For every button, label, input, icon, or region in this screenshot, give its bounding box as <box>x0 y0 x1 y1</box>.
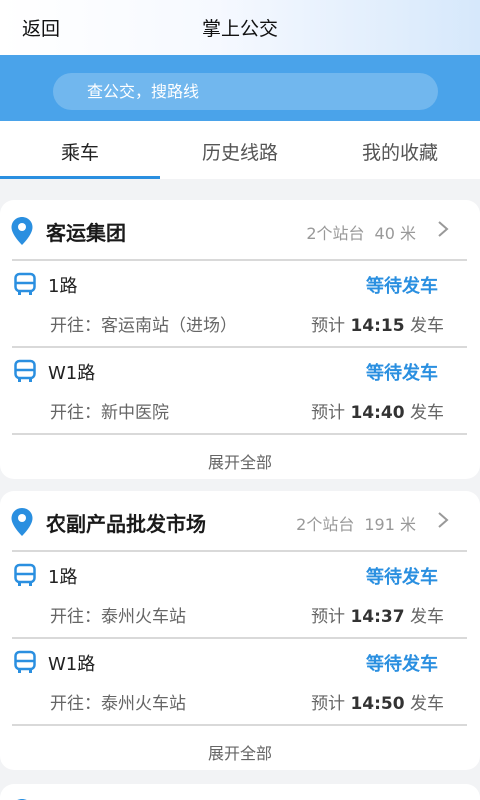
route-name: W1路 <box>48 654 96 675</box>
app-header: 返回 掌上公交 <box>0 0 480 55</box>
route-row[interactable]: W1路 等待发车 开往：泰州火车站 预计 14:50 发车 <box>0 642 480 728</box>
bus-icon <box>14 650 36 673</box>
bus-icon <box>14 359 36 382</box>
station-header[interactable]: 农副产品批发市场 2个站台 191 米 <box>0 491 480 549</box>
eta-prefix: 预计 <box>311 403 346 423</box>
tab-ride[interactable]: 乘车 <box>0 138 160 165</box>
route-status: 等待发车 <box>366 654 438 675</box>
route-destination: 开往：新中医院 <box>50 398 169 423</box>
eta-time: 14:50 <box>350 694 405 714</box>
eta-time: 14:15 <box>350 316 405 336</box>
dest-name: 泰州火车站 <box>101 607 186 627</box>
search-input[interactable] <box>53 73 438 110</box>
station-header[interactable]: 客运集团 2个站台 40 米 <box>0 200 480 258</box>
bus-icon <box>14 272 36 295</box>
eta-time: 14:37 <box>350 607 405 627</box>
route-name: 1路 <box>48 276 78 297</box>
station-card: 客运集团 2个站台 40 米 1路 等待发车 开往：客运南站（进场） 预计 14:… <box>0 200 480 479</box>
dest-prefix: 开往： <box>50 694 101 714</box>
station-name: 客运集团 <box>46 221 126 245</box>
eta-suffix: 发车 <box>410 403 444 423</box>
expand-all-button[interactable]: 展开全部 <box>0 449 480 473</box>
dest-name: 客运南站（进场） <box>101 316 237 336</box>
tab-my-favorites[interactable]: 我的收藏 <box>320 138 480 165</box>
route-row[interactable]: 1路 等待发车 开往：客运南站（进场） 预计 14:15 发车 <box>0 264 480 350</box>
route-destination: 开往：泰州火车站 <box>50 602 186 627</box>
dest-prefix: 开往： <box>50 403 101 423</box>
station-meta: 2个站台 191 米 <box>296 511 416 535</box>
divider <box>12 259 467 261</box>
eta-suffix: 发车 <box>410 316 444 336</box>
eta-prefix: 预计 <box>311 316 346 336</box>
route-eta: 预计 14:15 发车 <box>311 311 444 336</box>
dest-prefix: 开往： <box>50 316 101 336</box>
chevron-right-icon <box>438 512 449 528</box>
station-distance: 40 米 <box>374 224 416 243</box>
dest-name: 泰州火车站 <box>101 694 186 714</box>
expand-all-button[interactable]: 展开全部 <box>0 740 480 764</box>
location-pin-icon <box>11 508 33 536</box>
dest-name: 新中医院 <box>101 403 169 423</box>
station-card: 农副产品批发市场 2个站台 191 米 1路 等待发车 开往：泰州火车站 预计 1… <box>0 491 480 770</box>
eta-time: 14:40 <box>350 403 405 423</box>
tab-bar: 乘车 历史线路 我的收藏 <box>0 121 480 179</box>
divider <box>12 550 467 552</box>
station-meta: 2个站台 40 米 <box>306 220 416 244</box>
station-name: 农副产品批发市场 <box>46 512 206 536</box>
route-eta: 预计 14:37 发车 <box>311 602 444 627</box>
page-title: 掌上公交 <box>201 18 278 40</box>
eta-prefix: 预计 <box>311 607 346 627</box>
route-destination: 开往：泰州火车站 <box>50 689 186 714</box>
station-card <box>0 784 480 800</box>
divider <box>12 346 467 348</box>
route-status: 等待发车 <box>366 567 438 588</box>
route-destination: 开往：客运南站（进场） <box>50 311 237 336</box>
station-distance: 191 米 <box>364 515 416 534</box>
eta-prefix: 预计 <box>311 694 346 714</box>
eta-suffix: 发车 <box>410 694 444 714</box>
eta-suffix: 发车 <box>410 607 444 627</box>
route-status: 等待发车 <box>366 363 438 384</box>
bus-icon <box>14 563 36 586</box>
route-eta: 预计 14:40 发车 <box>311 398 444 423</box>
dest-prefix: 开往： <box>50 607 101 627</box>
route-row[interactable]: W1路 等待发车 开往：新中医院 预计 14:40 发车 <box>0 351 480 437</box>
route-eta: 预计 14:50 发车 <box>311 689 444 714</box>
tab-history-routes[interactable]: 历史线路 <box>160 138 320 165</box>
divider <box>12 637 467 639</box>
route-row[interactable]: 1路 等待发车 开往：泰州火车站 预计 14:37 发车 <box>0 555 480 641</box>
platform-count: 2个站台 <box>306 224 365 243</box>
divider <box>12 433 467 435</box>
location-pin-icon <box>11 217 33 245</box>
route-name: 1路 <box>48 567 78 588</box>
route-status: 等待发车 <box>366 276 438 297</box>
platform-count: 2个站台 <box>296 515 355 534</box>
divider <box>12 724 467 726</box>
route-name: W1路 <box>48 363 96 384</box>
search-bar <box>0 55 480 121</box>
active-tab-indicator <box>0 176 160 179</box>
chevron-right-icon <box>438 221 449 237</box>
